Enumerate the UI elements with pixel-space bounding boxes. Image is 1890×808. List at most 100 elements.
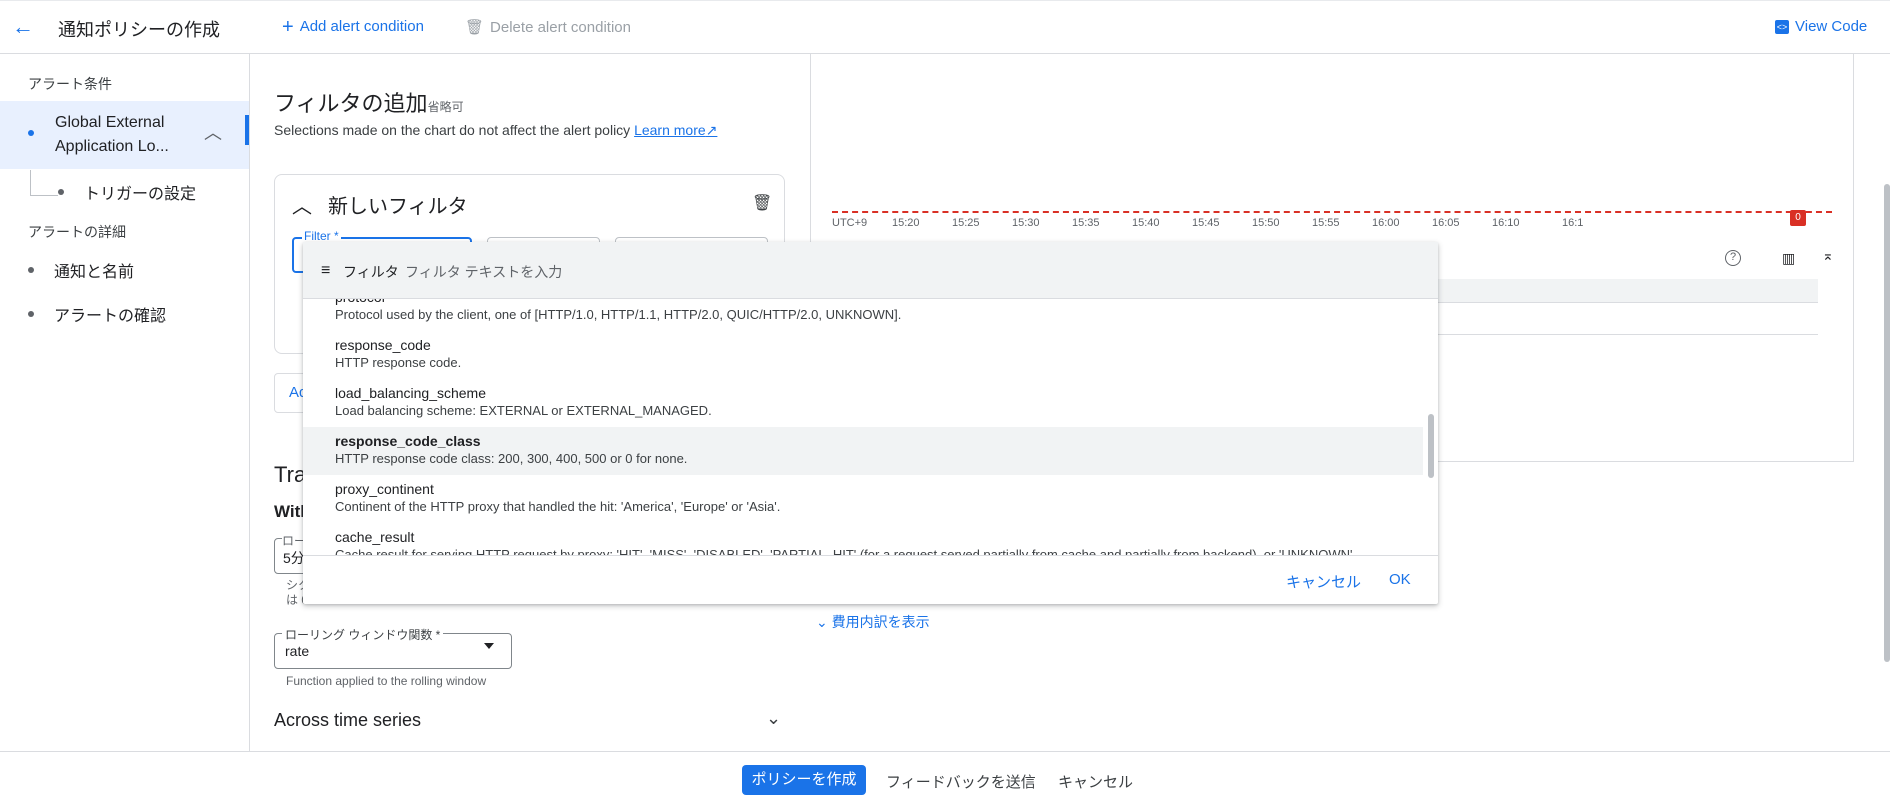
delete-alert-condition-button[interactable]: 🗑 Delete alert condition <box>465 18 631 37</box>
cancel-button[interactable]: キャンセル <box>1058 771 1133 792</box>
sidebar-item-global-condition[interactable]: Global External Application Lo... ︿ <box>0 101 249 169</box>
create-policy-button[interactable]: ポリシーを作成 <box>742 765 866 795</box>
view-code-button[interactable]: <> View Code <box>1775 18 1867 35</box>
help-icon[interactable]: ? <box>1725 250 1741 266</box>
sidebar-item-label: Global External Application Lo... <box>55 114 169 155</box>
dropdown-filter-bar: ≡ フィルタ フィルタ テキストを入力 <box>303 242 1438 299</box>
filter-field-label: Filter * <box>302 229 341 243</box>
option-name: cache_result <box>335 529 415 545</box>
dropdown-option-response-code-class[interactable]: response_code_class HTTP response code cl… <box>303 427 1423 475</box>
table-header-row <box>1438 279 1818 303</box>
option-name: response_code <box>335 337 431 353</box>
time-tick-label: 16:1 <box>1562 217 1584 229</box>
optional-tag: 省略可 <box>427 100 464 114</box>
across-time-series-title[interactable]: Across time series <box>274 710 421 731</box>
dropdown-option-protocol[interactable]: protocol Protocol used by the client, one… <box>303 299 1423 331</box>
sidebar-section-conditions: アラート条件 <box>28 76 112 92</box>
view-code-label: View Code <box>1795 18 1868 35</box>
dropdown-ok-button[interactable]: OK <box>1389 571 1411 588</box>
filter-description: Selections made on the chart do not affe… <box>274 122 717 139</box>
sidebar-section-details: アラートの詳細 <box>28 224 126 240</box>
rolling-function-hint: Function applied to the rolling window <box>286 674 487 688</box>
bullet-icon <box>58 189 64 195</box>
page-scrollbar[interactable] <box>1884 184 1890 662</box>
filter-section-title: フィルタの追加省略可 <box>274 86 464 118</box>
option-description: HTTP response code. <box>335 355 462 370</box>
dropdown-option-list: protocol Protocol used by the client, one… <box>303 299 1438 555</box>
back-arrow-icon[interactable]: ← <box>10 14 36 40</box>
collapse-icon[interactable]: ⌅ <box>1822 247 1834 264</box>
threshold-line <box>832 211 1832 213</box>
dropdown-scrollbar[interactable] <box>1428 414 1434 478</box>
bullet-icon <box>28 130 34 136</box>
option-description: Load balancing scheme: EXTERNAL or EXTER… <box>335 403 712 418</box>
columns-icon[interactable]: ▥ <box>1782 250 1795 267</box>
filter-list-icon: ≡ <box>321 262 331 279</box>
threshold-badge: 0 <box>1790 210 1806 226</box>
bullet-icon <box>28 267 34 273</box>
chevron-down-icon: ⌄ <box>816 614 828 630</box>
option-description: HTTP response code class: 200, 300, 400,… <box>335 451 688 466</box>
option-description: Continent of the HTTP proxy that handled… <box>335 499 781 514</box>
time-tick-label: 15:50 <box>1252 217 1280 229</box>
dropdown-option-cache-result[interactable]: cache_result Cache result for serving HTT… <box>303 523 1423 555</box>
chevron-up-icon: ︿ <box>292 196 312 218</box>
dropdown-filter-input[interactable]: フィルタ テキストを入力 <box>405 262 562 282</box>
dropdown-footer: キャンセル OK <box>303 555 1438 604</box>
table-divider <box>1438 334 1818 335</box>
tree-connector <box>30 170 58 196</box>
option-name: load_balancing_scheme <box>335 385 486 401</box>
delete-filter-icon[interactable]: 🗑 <box>752 193 772 213</box>
dropdown-option-load-balancing-scheme[interactable]: load_balancing_scheme Load balancing sche… <box>303 379 1423 427</box>
cost-breakdown-link[interactable]: ⌄ 費用内訳を表示 <box>816 612 930 632</box>
time-tick-label: UTC+9 <box>832 217 868 229</box>
dropdown-arrow-icon <box>484 643 494 649</box>
new-filter-title: 新しいフィルタ <box>328 196 468 218</box>
add-alert-condition-button[interactable]: + Add alert condition <box>282 15 424 38</box>
option-name: proxy_continent <box>335 481 434 497</box>
add-alert-condition-label: Add alert condition <box>299 18 424 35</box>
time-tick-label: 15:25 <box>952 217 980 229</box>
rolling-function-label: ローリング ウィンドウ関数 * <box>282 626 444 643</box>
learn-more-link[interactable]: Learn more↗ <box>634 122 717 138</box>
cost-breakdown-label: 費用内訳を表示 <box>831 614 930 630</box>
time-tick-label: 15:30 <box>1012 217 1040 229</box>
time-tick-label: 16:10 <box>1492 217 1520 229</box>
time-tick-label: 16:00 <box>1372 217 1400 229</box>
time-tick-label: 16:05 <box>1432 217 1460 229</box>
plus-icon: + <box>282 15 294 38</box>
sidebar-item-confirm[interactable]: アラートの確認 <box>28 302 166 326</box>
transform-title: Tra <box>274 462 307 487</box>
sidebar-item-label: トリガーの設定 <box>84 186 197 203</box>
sidebar-item-notification[interactable]: 通知と名前 <box>28 258 134 282</box>
delete-alert-condition-label: Delete alert condition <box>490 18 631 36</box>
learn-more-label: Learn more <box>634 122 706 138</box>
sidebar-item-trigger[interactable]: トリガーの設定 <box>58 180 196 204</box>
dropdown-option-proxy-continent[interactable]: proxy_continent Continent of the HTTP pro… <box>303 475 1423 523</box>
dropdown-cancel-button[interactable]: キャンセル <box>1286 571 1361 592</box>
page-title: 通知ポリシーの作成 <box>58 20 220 40</box>
active-indicator <box>245 115 249 145</box>
sidebar-item-label: アラートの確認 <box>54 308 167 325</box>
option-description: Protocol used by the client, one of [HTT… <box>335 307 902 322</box>
time-tick-label: 15:20 <box>892 217 920 229</box>
send-feedback-button[interactable]: フィードバックを送信 <box>886 771 1036 792</box>
bullet-icon <box>28 311 34 317</box>
time-tick-label: 15:55 <box>1312 217 1340 229</box>
option-description: Cache result for serving HTTP request by… <box>335 547 1357 555</box>
chevron-up-icon[interactable]: ︿ <box>204 119 222 145</box>
dropdown-option-response-code[interactable]: response_code HTTP response code. <box>303 331 1423 379</box>
new-filter-header[interactable]: ︿ 新しいフィルタ <box>292 190 468 219</box>
filter-title-text: フィルタの追加 <box>274 91 428 116</box>
time-tick-label: 15:40 <box>1132 217 1160 229</box>
code-icon: <> <box>1775 19 1789 34</box>
filter-dropdown: ≡ フィルタ フィルタ テキストを入力 protocol Protocol use… <box>303 242 1438 604</box>
dropdown-filter-label: フィルタ <box>343 264 399 280</box>
sidebar-item-label: 通知と名前 <box>54 264 135 281</box>
filter-description-text: Selections made on the chart do not affe… <box>274 122 631 138</box>
time-tick-label: 15:45 <box>1192 217 1220 229</box>
time-tick-label: 15:35 <box>1072 217 1100 229</box>
chevron-down-icon[interactable]: ⌄ <box>766 708 781 729</box>
sidebar: アラート条件 Global External Application Lo...… <box>0 54 250 751</box>
option-name: protocol <box>335 299 385 305</box>
